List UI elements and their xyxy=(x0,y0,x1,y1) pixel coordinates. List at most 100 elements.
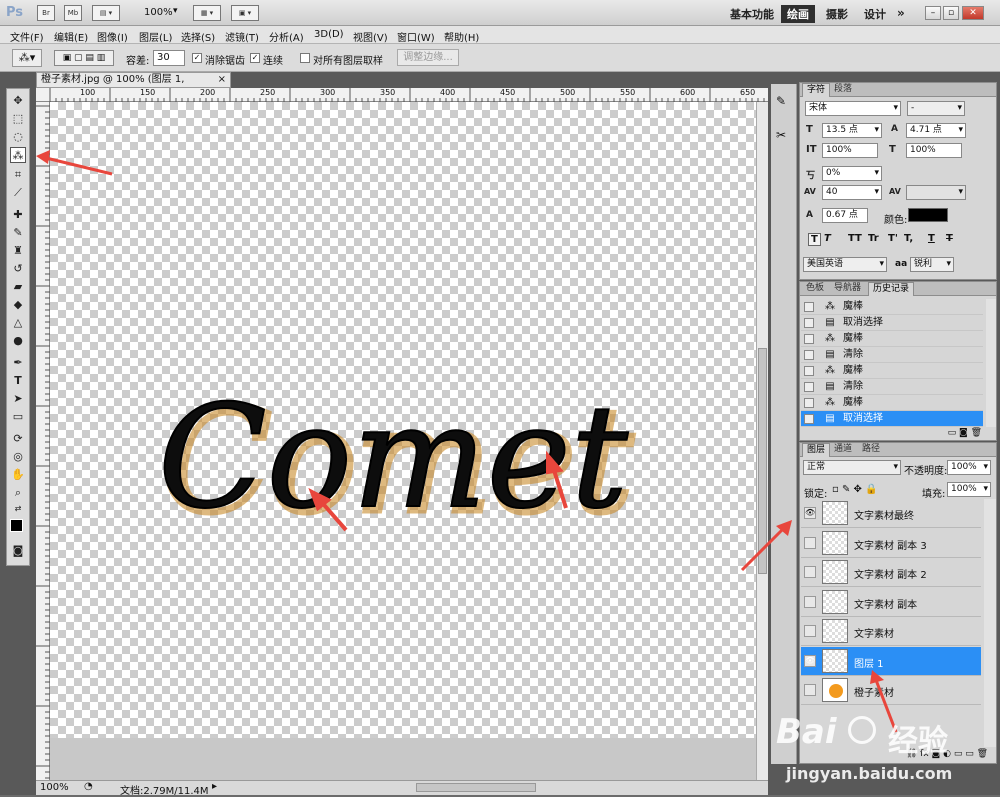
bridge-icon[interactable]: Br xyxy=(37,5,55,21)
menu-image[interactable]: 图像(I) xyxy=(97,29,128,44)
history-source-checkbox[interactable] xyxy=(804,350,814,360)
menu-analysis[interactable]: 分析(A) xyxy=(269,29,304,44)
screen-mode-icon[interactable]: ▣ ▾ xyxy=(231,5,259,21)
leading-input[interactable]: 4.71 点 xyxy=(906,123,966,138)
underline-button[interactable]: T xyxy=(928,233,935,244)
history-source-checkbox[interactable] xyxy=(804,414,814,424)
eye-icon[interactable] xyxy=(804,595,816,608)
menu-help[interactable]: 帮助(H) xyxy=(444,29,479,44)
history-item[interactable]: ⁂ 魔棒 xyxy=(801,331,983,347)
fill-input[interactable]: 100% xyxy=(947,482,991,497)
arrange-documents-icon[interactable]: ▦ ▾ xyxy=(193,5,221,21)
status-menu-arrow-icon[interactable]: ▸ xyxy=(212,781,217,792)
tab-character[interactable]: 字符 xyxy=(802,83,831,97)
maximize-icon[interactable]: ▫ xyxy=(943,6,959,20)
tab-swatches[interactable]: 色板 xyxy=(802,282,828,296)
workspace-painting[interactable]: 绘画 xyxy=(781,5,815,23)
path-selection-tool-icon[interactable]: ➤ xyxy=(10,391,26,407)
document-canvas[interactable]: Comet Comet xyxy=(50,102,756,738)
shape-tool-icon[interactable]: ▭ xyxy=(10,409,26,425)
close-icon[interactable]: ✕ xyxy=(962,6,984,20)
chevron-down-icon[interactable]: ▾ xyxy=(173,6,178,16)
layer-row[interactable]: 文字素材 副本 xyxy=(801,588,981,617)
history-brush-tool-icon[interactable]: ↺ xyxy=(10,261,26,277)
language-select[interactable]: 美国英语 xyxy=(803,257,887,272)
foreground-color-swatch[interactable] xyxy=(10,519,23,532)
eye-icon[interactable] xyxy=(804,536,816,549)
workspace-essentials[interactable]: 基本功能 xyxy=(730,6,774,22)
history-source-checkbox[interactable] xyxy=(804,398,814,408)
tsume-input[interactable]: 0% xyxy=(822,166,882,181)
vertical-scrollbar[interactable] xyxy=(756,102,768,780)
font-family-select[interactable]: 宋体 xyxy=(805,101,901,116)
tool-preset-icon[interactable]: ✂ xyxy=(776,128,786,142)
magic-wand-preset-icon[interactable]: ⁂▾ xyxy=(12,49,42,67)
3d-orbit-tool-icon[interactable]: ◎ xyxy=(10,449,26,465)
tab-paths[interactable]: 路径 xyxy=(858,443,884,457)
blur-tool-icon[interactable]: △ xyxy=(10,315,26,331)
workspace-photography[interactable]: 摄影 xyxy=(826,6,848,22)
crop-tool-icon[interactable]: ⌗ xyxy=(10,167,26,183)
superscript-button[interactable]: T' xyxy=(888,233,898,244)
faux-italic-button[interactable]: T xyxy=(824,233,831,244)
eraser-tool-icon[interactable]: ▰ xyxy=(10,279,26,295)
history-item[interactable]: ▤ 清除 xyxy=(801,347,983,363)
tolerance-input[interactable]: 30 xyxy=(153,50,185,66)
all-caps-button[interactable]: TT xyxy=(848,233,862,244)
vertical-scale-input[interactable]: 100% xyxy=(822,143,878,158)
eye-icon[interactable] xyxy=(804,566,816,578)
zoom-level[interactable]: 100% xyxy=(144,7,173,18)
kerning-input[interactable] xyxy=(906,185,966,200)
selection-mode-icons[interactable]: ▣ ▢ ▤ ▥ xyxy=(54,50,114,66)
hand-tool-icon[interactable]: ✋ xyxy=(10,467,26,483)
tab-channels[interactable]: 通道 xyxy=(830,443,856,457)
lasso-tool-icon[interactable]: ◌ xyxy=(10,129,26,145)
eyedropper-tool-icon[interactable]: ⟋ xyxy=(10,185,26,201)
brush-preset-icon[interactable]: ✎ xyxy=(776,94,786,108)
menu-filter[interactable]: 滤镜(T) xyxy=(225,29,259,44)
history-source-checkbox[interactable] xyxy=(804,302,814,312)
mini-bridge-icon[interactable]: Mb xyxy=(64,5,82,21)
eye-icon[interactable]: 👁 xyxy=(804,507,816,519)
menu-select[interactable]: 选择(S) xyxy=(181,29,215,44)
tab-layers[interactable]: 图层 xyxy=(802,443,831,457)
close-document-icon[interactable]: × xyxy=(218,73,226,87)
tab-navigator[interactable]: 导航器 xyxy=(830,282,865,296)
small-caps-button[interactable]: Tr xyxy=(868,233,879,244)
font-style-select[interactable]: - xyxy=(907,101,965,116)
strikethrough-button[interactable]: T xyxy=(946,233,953,244)
document-tab[interactable]: 橙子素材.jpg @ 100% (图层 1, RGB/8#) * × xyxy=(36,72,231,99)
layers-footer-icons[interactable]: ⛓ fx ◙ ◐ ▭ ▭ 🗑 xyxy=(800,749,996,763)
horizontal-scrollbar[interactable] xyxy=(416,783,536,792)
history-item[interactable]: ⁂ 魔棒 xyxy=(801,395,983,411)
lock-icons[interactable]: ▫ ✎ ✥ 🔒 xyxy=(832,484,878,495)
tracking-input[interactable]: 40 xyxy=(822,185,882,200)
healing-brush-tool-icon[interactable]: ✚ xyxy=(10,207,26,223)
eye-icon[interactable] xyxy=(804,625,816,637)
menu-view[interactable]: 视图(V) xyxy=(353,29,388,44)
eye-icon[interactable]: 👁 xyxy=(804,654,816,667)
view-extras-icon[interactable]: ▤ ▾ xyxy=(92,5,120,21)
layers-scrollbar[interactable] xyxy=(984,499,996,747)
horizontal-scale-input[interactable]: 100% xyxy=(906,143,962,158)
faux-bold-button[interactable]: T xyxy=(808,233,821,246)
baseline-shift-input[interactable]: 0.67 点 xyxy=(822,208,868,223)
history-footer-icons[interactable]: ▭ ◙ 🗑 xyxy=(800,428,996,440)
3d-rotate-tool-icon[interactable]: ⟳ xyxy=(10,431,26,447)
refine-edge-button[interactable]: 调整边缘... xyxy=(397,49,459,66)
menu-file[interactable]: 文件(F) xyxy=(10,29,44,44)
history-item[interactable]: ▤ 清除 xyxy=(801,379,983,395)
minimize-icon[interactable]: – xyxy=(925,6,941,20)
layer-row[interactable]: 文字素材 xyxy=(801,617,981,646)
blend-mode-select[interactable]: 正常 xyxy=(803,460,901,475)
history-source-checkbox[interactable] xyxy=(804,366,814,376)
tab-history[interactable]: 历史记录 xyxy=(868,282,915,296)
menu-layer[interactable]: 图层(L) xyxy=(139,29,172,44)
layer-row[interactable]: 👁 文字素材最终 xyxy=(801,499,981,528)
menu-edit[interactable]: 编辑(E) xyxy=(54,29,88,44)
pen-tool-icon[interactable]: ✒ xyxy=(10,355,26,371)
dodge-tool-icon[interactable]: ● xyxy=(10,333,26,349)
zoom-tool-icon[interactable]: ⌕ xyxy=(10,485,26,501)
history-source-checkbox[interactable] xyxy=(804,334,814,344)
workspace-design[interactable]: 设计 xyxy=(864,6,886,22)
